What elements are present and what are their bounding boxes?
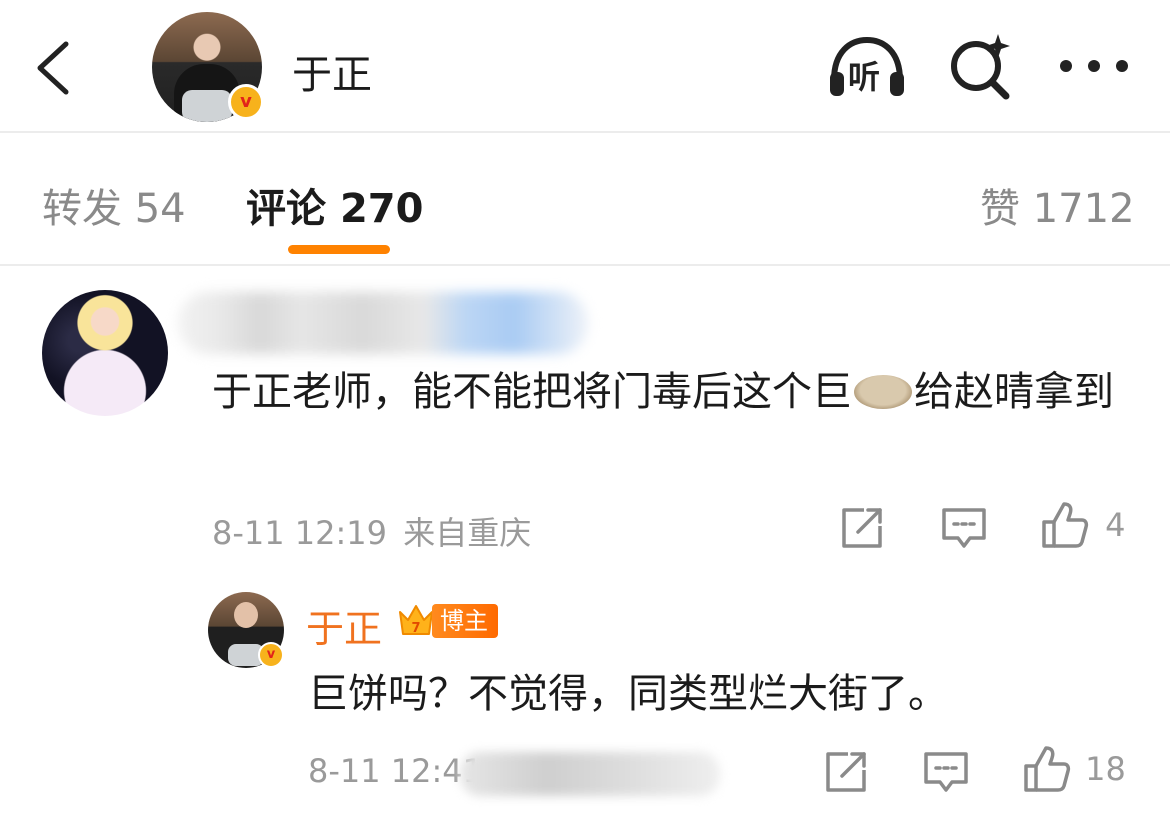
reply-avatar-face	[234, 602, 258, 628]
share-icon	[826, 752, 866, 792]
tab-comments[interactable]: 评论 270	[246, 176, 423, 234]
tab-comments-count: 270	[339, 186, 424, 232]
reply-like-count: 18	[1085, 750, 1126, 788]
tab-repost-label: 转发	[42, 186, 122, 232]
more-dots-icon	[1060, 60, 1128, 72]
share-icon	[842, 508, 882, 548]
search-sparkle-icon	[951, 34, 1010, 100]
comment-time: 8-11 12:19	[212, 514, 388, 552]
back-button[interactable]	[30, 38, 80, 98]
reply-verified-badge: v	[258, 642, 284, 668]
comment-text-part1: 于正老师，能不能把将门毒后这个巨	[212, 369, 852, 415]
verified-badge: v	[228, 84, 264, 120]
tab-comments-label: 评论	[246, 186, 326, 232]
reply-like-button[interactable]: 18	[1022, 744, 1126, 796]
reply-time: 8-11 12:41	[308, 752, 484, 790]
crown-icon: 7	[396, 600, 436, 640]
tab-repost-count: 54	[134, 186, 186, 232]
comment-location: 来自重庆	[403, 514, 532, 552]
tabs-divider	[0, 264, 1170, 266]
verified-badge-label: v	[240, 91, 252, 112]
thumbs-up-icon	[1024, 746, 1071, 792]
more-button[interactable]	[1056, 52, 1132, 80]
tab-likes[interactable]: 赞 1712	[980, 176, 1135, 234]
tab-likes-label: 赞	[980, 186, 1020, 232]
active-tab-indicator	[288, 245, 390, 254]
reply-comment-button[interactable]	[922, 748, 970, 796]
like-button[interactable]: 4	[1040, 500, 1125, 552]
avatar-figure-legs	[182, 90, 232, 122]
commenter-avatar[interactable]	[42, 290, 168, 416]
header-divider	[0, 131, 1170, 133]
reply-location-blurred	[460, 752, 720, 796]
reply-text: 巨饼吗？不觉得，同类型烂大街了。	[308, 671, 948, 717]
flatbread-emoji-icon	[854, 375, 912, 409]
back-icon	[37, 41, 69, 95]
reply-author-name[interactable]: 于正	[306, 598, 382, 653]
tab-repost[interactable]: 转发 54	[42, 176, 186, 234]
search-button[interactable]	[946, 30, 1016, 100]
comment-meta: 8-11 12:19 来自重庆	[212, 508, 531, 554]
thumbs-up-icon	[1042, 502, 1089, 548]
listen-label: 听	[848, 58, 881, 96]
reply-button[interactable]	[940, 504, 988, 552]
tab-likes-count: 1712	[1032, 186, 1135, 232]
share-button[interactable]	[838, 504, 886, 552]
comment-icon	[942, 508, 986, 548]
comment-text: 于正老师，能不能把将门毒后这个巨 给赵晴拿到	[212, 360, 1142, 424]
comment-text-part2: 给赵晴拿到	[914, 369, 1114, 415]
crown-level: 7	[411, 621, 420, 636]
commenter-name-blurred[interactable]	[178, 292, 588, 354]
page-title[interactable]: 于正	[292, 42, 372, 100]
reply-verified-badge-label: v	[266, 647, 276, 662]
like-count: 4	[1105, 506, 1126, 544]
listen-button[interactable]: 听	[826, 36, 908, 98]
comment-icon	[924, 752, 968, 792]
blogger-tag: 博主	[432, 604, 498, 638]
reply-share-button[interactable]	[822, 748, 870, 796]
